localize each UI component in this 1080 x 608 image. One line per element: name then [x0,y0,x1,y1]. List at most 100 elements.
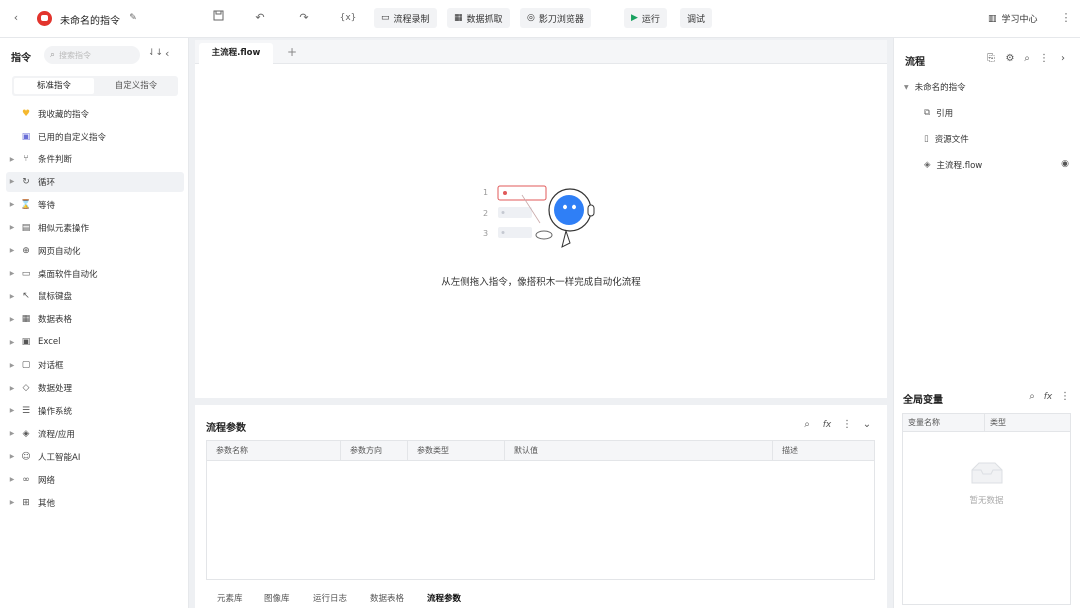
eye-icon[interactable]: ◉ [1058,157,1072,171]
add-flow-icon[interactable]: ⎘ [984,52,998,66]
tree-item[interactable]: ▶ ↖ 鼠标键盘 [6,286,184,306]
cursor-icon: ↖ [22,291,30,302]
tree-item-resources[interactable]: ▯ 资源文件 [924,133,969,145]
add-module-icon[interactable]: ⚙ [1003,52,1017,66]
tab-standard[interactable]: 标准指令 [14,78,94,94]
col-param-direction: 参数方向 [341,441,408,461]
edit-pencil-icon[interactable]: ✎ [125,10,141,26]
tree-item[interactable]: ▶ ☰ 操作系统 [6,401,184,421]
tree-item[interactable]: ▶ ⑂ 条件判断 [6,149,184,169]
tree-item-label: 人工智能AI [38,452,81,463]
search-icon[interactable]: ⌕ [1020,52,1034,66]
step-number-1: 1 [483,188,489,197]
caret-right-icon[interactable]: ▶ [6,407,18,414]
function-icon[interactable]: fx [1041,390,1055,404]
tree-item[interactable]: ▶ ⊕ 网页自动化 [6,241,184,261]
more-icon[interactable]: ⋮ [1058,390,1072,404]
tree-item-label: 网络 [38,475,56,486]
run-button[interactable]: ▶ 运行 [624,8,667,28]
caret-right-icon[interactable]: ▶ [6,156,18,163]
empty-hint-text: 从左侧拖入指令，像搭积木一样完成自动化流程 [441,277,641,288]
tree-root[interactable]: ▼ 未命名的指令 [904,81,966,93]
sort-icon[interactable]: ⇃↓ [148,48,163,58]
flow-editor: 主流程.flow + 1 2 3 从左侧拖入指令，像搭积木一样完成自动化流程 [195,40,887,398]
tree-item-reference[interactable]: ⧉ 引用 [924,107,953,119]
caret-right-icon[interactable]: ▶ [6,362,18,369]
tree-item[interactable]: ▶ ↻ 循环 [6,171,184,192]
tab-image-library[interactable]: 图像库 [264,592,290,604]
chevron-down-icon[interactable]: ⌄ [860,418,874,432]
caret-right-icon[interactable]: ▶ [6,224,18,231]
caret-right-icon[interactable]: ▶ [6,201,18,208]
layers-icon: ◈ [924,160,931,170]
flow-panel: 流程 ⎘ ⚙ ⌕ ⋮ › ▼ 未命名的指令 ⧉ 引用 ▯ 资源文件 ◈ 主流程.… [893,38,1080,608]
variables-icon[interactable]: {x} [338,10,358,26]
network-icon: ∞ [22,474,30,485]
more-menu-icon[interactable]: ⋮ [1058,10,1074,26]
back-chevron-icon[interactable]: ‹ [8,10,24,26]
more-icon[interactable]: ⋮ [1037,52,1051,66]
tab-custom[interactable]: 自定义指令 [96,78,176,94]
tree-item-main-flow[interactable]: ◈ 主流程.flow [924,159,982,171]
browser-button[interactable]: ◎ 影刀浏览器 [520,8,591,28]
tree-item[interactable]: ▶ ▭ 桌面软件自动化 [6,264,184,284]
heart-icon: ♥ [21,109,31,119]
undo-icon[interactable]: ↶ [252,10,268,26]
tree-item[interactable]: ▶ ⌛ 等待 [6,195,184,215]
instruction-search-input[interactable]: ⌕ 搜索指令 [44,46,140,64]
search-icon[interactable]: ⌕ [800,418,814,432]
tree-item[interactable]: ▶ ◇ 数据处理 [6,378,184,398]
caret-right-icon[interactable]: ▶ [6,339,18,346]
caret-right-icon[interactable]: ▶ [6,178,18,185]
empty-box-icon [969,460,1005,486]
tab-element-library[interactable]: 元素库 [217,592,243,604]
search-icon[interactable]: ⌕ [1025,390,1039,404]
caret-right-icon[interactable]: ▶ [6,316,18,323]
caret-right-icon[interactable]: ▶ [6,476,18,483]
caret-right-icon[interactable]: ▶ [6,499,18,506]
excel-icon: ▣ [21,337,31,348]
tab-data-table[interactable]: 数据表格 [370,592,404,604]
tree-item[interactable]: ▶ ▤ 相似元素操作 [6,218,184,238]
tree-item[interactable]: ▶ ∞ 网络 [6,470,184,490]
learning-center-link[interactable]: ▥ 学习中心 [988,12,1038,26]
tab-main-flow[interactable]: 主流程.flow [199,43,273,64]
redo-icon[interactable]: ↷ [296,10,312,26]
data-extract-button[interactable]: ▦ 数据抓取 [447,8,510,28]
add-tab-icon[interactable]: + [285,43,299,61]
tree-item[interactable]: ▶ ◈ 流程/应用 [6,424,184,444]
ai-icon: ☺ [21,451,31,462]
caret-right-icon[interactable]: ▶ [6,270,18,277]
tree-item-label: 对话框 [38,361,64,372]
caret-right-icon[interactable]: ▶ [6,385,18,392]
tab-flow-params[interactable]: 流程参数 [427,592,461,604]
tab-run-log[interactable]: 运行日志 [313,592,347,604]
tree-item-label: 循环 [38,177,56,188]
favorites-item[interactable]: ♥ 我收藏的指令 [6,104,184,124]
tree-item[interactable]: ▶ ☺ 人工智能AI [6,447,184,467]
collapse-panel-icon[interactable]: ‹ [165,47,169,60]
document-title: 未命名的指令 [60,16,120,27]
used-custom-item[interactable]: ▣ 已用的自定义指令 [6,127,184,147]
debug-button[interactable]: 调试 [680,8,713,28]
record-flow-button[interactable]: ▭ 流程录制 [374,8,437,28]
more-icon[interactable]: ⋮ [840,418,854,432]
save-icon[interactable] [210,10,226,26]
tree-item[interactable]: ▶ ▢ 对话框 [6,355,184,375]
caret-right-icon[interactable]: ▶ [6,293,18,300]
caret-right-icon[interactable]: ▶ [6,247,18,254]
tree-item[interactable]: ▶ ▣ Excel [6,332,184,352]
tree-item-label: 数据处理 [38,384,73,394]
tree-item[interactable]: ▶ ▦ 数据表格 [6,309,184,329]
tree-item-label: 鼠标键盘 [38,292,73,303]
globals-table: 变量名称 类型 暂无数据 [902,413,1071,605]
step-number-2: 2 [483,209,489,218]
caret-right-icon[interactable]: ▶ [6,453,18,460]
tree-item-label: 网页自动化 [38,246,81,257]
function-icon[interactable]: fx [820,418,834,432]
chevron-right-icon[interactable]: › [1056,52,1070,66]
caret-right-icon[interactable]: ▶ [6,430,18,437]
bottom-tabs: 元素库 图像库 运行日志 数据表格 流程参数 [195,590,887,608]
tree-item[interactable]: ▶ ⊞ 其他 [6,493,184,513]
similar-icon: ▤ [21,222,31,233]
